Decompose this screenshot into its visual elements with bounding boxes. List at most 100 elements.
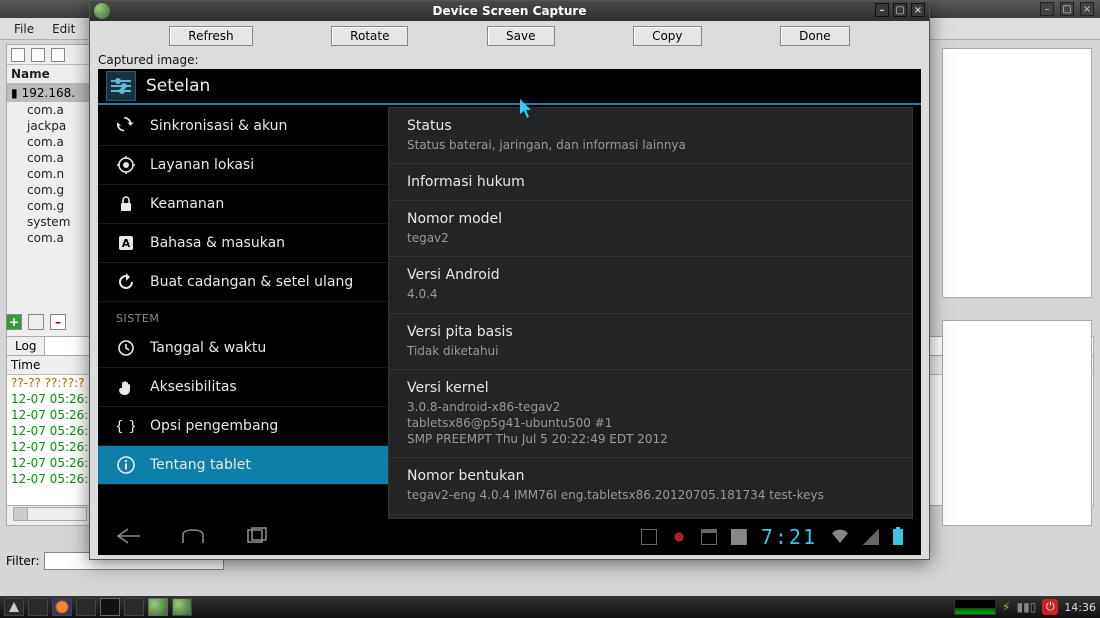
settings-detail-panel: StatusStatus baterai, jaringan, dan info…	[388, 107, 913, 519]
tool-icon[interactable]	[11, 48, 25, 62]
right-upper-panel	[942, 48, 1092, 298]
dialog-button-row: Refresh Rotate Save Copy Done	[90, 21, 929, 51]
taskbar-item[interactable]	[76, 598, 96, 616]
lock-icon	[116, 194, 136, 214]
detail-item[interactable]: Nomor bentukantegav2-eng 4.0.4 IMM76I en…	[389, 458, 912, 514]
taskbar-firefox-icon[interactable]	[52, 598, 72, 616]
save-button[interactable]: Save	[487, 26, 554, 46]
taskbar-item[interactable]	[172, 598, 192, 616]
nav-item-braces[interactable]: { }Opsi pengembang	[98, 407, 388, 446]
detail-item[interactable]: Nomor modeltegav2	[389, 201, 912, 257]
maximize-icon[interactable]: ▢	[893, 3, 907, 17]
battery-icon[interactable]	[893, 529, 903, 545]
detail-subtitle: Tidak diketahui	[407, 343, 894, 359]
device-row[interactable]: ▮ 192.168.	[7, 84, 93, 102]
tool-icon[interactable]	[51, 48, 65, 62]
wifi-icon[interactable]	[831, 527, 849, 548]
maximize-icon[interactable]: ▢	[1060, 2, 1074, 16]
nav-item-clock[interactable]: Tanggal & waktu	[98, 329, 388, 368]
app-icon	[94, 3, 110, 19]
detail-title: Nomor model	[407, 211, 894, 227]
backup-icon	[116, 272, 136, 292]
phone-icon: ▮	[11, 86, 18, 100]
power-icon[interactable]: ⏻	[1042, 599, 1058, 615]
nav-label: Layanan lokasi	[150, 157, 254, 173]
close-icon[interactable]: ×	[1080, 2, 1094, 16]
android-actionbar: Setelan	[98, 69, 921, 105]
taskbar-terminal-icon[interactable]	[100, 598, 120, 616]
close-icon[interactable]: ×	[911, 3, 925, 17]
detail-item[interactable]: Versi pita basisTidak diketahui	[389, 314, 912, 370]
detail-title: Status	[407, 118, 894, 134]
menu-edit[interactable]: Edit	[44, 20, 83, 38]
package-list: com.ajackpacom.acom.acom.ncom.gcom.gsyst…	[7, 102, 93, 246]
settings-nav: Sinkronisasi & akun Layanan lokasi Keamana…	[98, 107, 388, 519]
tray-signal-icon[interactable]: ▮▮▯	[1016, 600, 1036, 614]
detail-title: Informasi hukum	[407, 174, 894, 190]
minimize-icon[interactable]: –	[875, 3, 889, 17]
minimize-icon[interactable]: –	[1040, 2, 1054, 16]
package-row[interactable]: system	[7, 214, 93, 230]
detail-subtitle: 4.0.4	[407, 286, 894, 302]
tray-shop-icon[interactable]	[701, 529, 717, 545]
back-icon[interactable]	[116, 527, 142, 548]
refresh-button[interactable]: Refresh	[169, 26, 252, 46]
recent-icon[interactable]	[244, 527, 270, 548]
package-row[interactable]: com.g	[7, 198, 93, 214]
menu-file[interactable]: File	[6, 20, 42, 38]
nav-item-info[interactable]: Tentang tablet	[98, 446, 388, 485]
taskbar-active-app[interactable]	[148, 598, 168, 616]
nav-item-hand[interactable]: Aksesibilitas	[98, 368, 388, 407]
detail-item[interactable]: StatusStatus baterai, jaringan, dan info…	[389, 108, 912, 164]
package-row[interactable]: com.g	[7, 182, 93, 198]
remove-icon[interactable]: –	[50, 314, 66, 330]
package-row[interactable]: com.a	[7, 134, 93, 150]
home-icon[interactable]	[180, 527, 206, 548]
start-icon[interactable]	[4, 598, 24, 616]
detail-item[interactable]: Versi Android4.0.4	[389, 257, 912, 313]
edit-icon[interactable]	[28, 314, 44, 330]
done-button[interactable]: Done	[780, 26, 850, 46]
package-row[interactable]: com.a	[7, 150, 93, 166]
add-icon[interactable]: +	[6, 314, 22, 330]
nav-item-location[interactable]: Layanan lokasi	[98, 146, 388, 185]
nav-item-lock[interactable]: Keamanan	[98, 185, 388, 224]
tool-icon[interactable]	[31, 48, 45, 62]
settings-icon[interactable]	[106, 71, 136, 101]
sysbar-clock[interactable]: 7:21	[761, 525, 817, 549]
package-row[interactable]: jackpa	[7, 118, 93, 134]
sync-icon	[116, 116, 136, 136]
tab-log[interactable]: Log	[7, 337, 45, 355]
rotate-button[interactable]: Rotate	[331, 26, 408, 46]
taskbar-item[interactable]	[124, 598, 144, 616]
detail-item[interactable]: Informasi hukum	[389, 164, 912, 201]
nav-item-sync[interactable]: Sinkronisasi & akun	[98, 107, 388, 146]
braces-icon: { }	[116, 416, 136, 436]
detail-subtitle: tegav2-eng 4.0.4 IMM76I eng.tabletsx86.2…	[407, 487, 894, 503]
nav-item-lang[interactable]: ABahasa & masukan	[98, 224, 388, 263]
android-systembar: 7:21	[98, 519, 921, 555]
clock-icon	[116, 338, 136, 358]
svg-text:{ }: { }	[117, 419, 135, 435]
package-row[interactable]: com.n	[7, 166, 93, 182]
page-title: Setelan	[146, 76, 210, 96]
hand-icon	[116, 377, 136, 397]
svg-text:A: A	[122, 237, 131, 250]
nav-label: Aksesibilitas	[150, 379, 237, 395]
tray-plug-icon[interactable]: ⚡	[1002, 600, 1010, 614]
hscrollbar[interactable]	[13, 507, 87, 521]
tray-mail-icon[interactable]	[731, 529, 747, 545]
package-row[interactable]: com.a	[7, 102, 93, 118]
cpu-graph-icon[interactable]	[954, 599, 996, 615]
tray-record-icon[interactable]	[671, 529, 687, 545]
signal-icon[interactable]	[863, 529, 879, 545]
nav-item-backup[interactable]: Buat cadangan & setel ulang	[98, 263, 388, 302]
nav-label: Keamanan	[150, 196, 224, 212]
detail-item[interactable]: Versi kernel3.0.8-android-x86-tegav2tabl…	[389, 370, 912, 459]
copy-button[interactable]: Copy	[633, 26, 701, 46]
dialog-titlebar[interactable]: Device Screen Capture – ▢ ×	[90, 1, 929, 21]
tray-icon[interactable]	[641, 529, 657, 545]
nav-label: Tentang tablet	[150, 457, 251, 473]
taskbar-item[interactable]	[28, 598, 48, 616]
package-row[interactable]: com.a	[7, 230, 93, 246]
